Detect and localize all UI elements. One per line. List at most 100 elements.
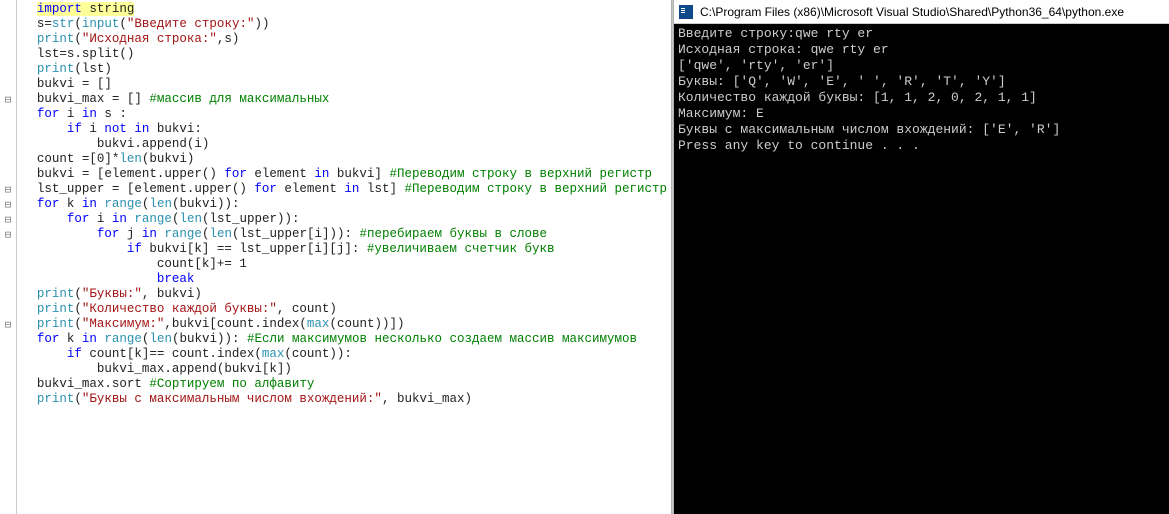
code-token: , count) (277, 302, 337, 316)
code-line[interactable]: for i in range(len(lst_upper)): (37, 212, 667, 227)
code-token: range (134, 212, 172, 226)
code-token: if (127, 242, 142, 256)
code-token: ( (74, 317, 82, 331)
code-token: for (97, 227, 120, 241)
fold-toggle[interactable]: ⊟ (0, 317, 16, 332)
code-line[interactable]: count =[0]*len(bukvi) (37, 152, 667, 167)
code-line[interactable]: for i in s : (37, 107, 667, 122)
console-title-bar[interactable]: C:\Program Files (x86)\Microsoft Visual … (674, 0, 1169, 24)
code-token: lst_upper = [element.upper() (37, 182, 255, 196)
code-line[interactable]: for k in range(len(bukvi)): (37, 197, 667, 212)
code-line[interactable]: import string (37, 2, 667, 17)
code-token: range (104, 332, 142, 346)
code-token: (bukvi)): (172, 332, 247, 346)
gutter-blank (0, 47, 16, 62)
code-line[interactable]: print("Максимум:",bukvi[count.index(max(… (37, 317, 667, 332)
code-editor-pane[interactable]: ⊟⊟⊟⊟⊟⊟ import strings=str(input("Введите… (0, 0, 671, 514)
code-line[interactable]: if bukvi[k] == lst_upper[i][j]: #увеличи… (37, 242, 667, 257)
code-token: element (277, 182, 345, 196)
code-token: ( (74, 32, 82, 46)
code-token: len (179, 212, 202, 226)
code-token: ( (74, 287, 82, 301)
code-token: print (37, 302, 75, 316)
code-token: #Переводим строку в верхний регистр (389, 167, 652, 181)
code-token: string (82, 2, 135, 16)
code-line[interactable]: if i not in bukvi: (37, 122, 667, 137)
code-token (37, 227, 97, 241)
code-token: ( (119, 17, 127, 31)
code-token: , bukvi) (142, 287, 202, 301)
code-token: #Переводим строку в верхний регистр (404, 182, 667, 196)
code-token: #массив для максимальных (149, 92, 329, 106)
fold-gutter[interactable]: ⊟⊟⊟⊟⊟⊟ (0, 0, 17, 514)
code-token: in (82, 197, 97, 211)
gutter-blank (0, 377, 16, 392)
code-line[interactable]: print("Количество каждой буквы:", count) (37, 302, 667, 317)
gutter-blank (0, 17, 16, 32)
code-line[interactable]: print("Буквы:", bukvi) (37, 287, 667, 302)
code-token: #Сортируем по алфавиту (149, 377, 314, 391)
code-token (37, 347, 67, 361)
console-line: Исходная строка: qwe rty er (678, 42, 1165, 58)
code-line[interactable]: bukvi.append(i) (37, 137, 667, 152)
fold-toggle[interactable]: ⊟ (0, 182, 16, 197)
code-line[interactable]: bukvi_max.append(bukvi[k]) (37, 362, 667, 377)
code-token: k (59, 332, 82, 346)
code-token: ( (74, 302, 82, 316)
console-line: ['qwe', 'rty', 'er'] (678, 58, 1165, 74)
code-token: max (262, 347, 285, 361)
code-line[interactable]: for j in range(len(lst_upper[i])): #пере… (37, 227, 667, 242)
code-line[interactable]: bukvi = [] (37, 77, 667, 92)
code-token: #перебираем буквы в слове (360, 227, 548, 241)
code-token: ( (74, 17, 82, 31)
code-token: for (67, 212, 90, 226)
code-token: not in (104, 122, 149, 136)
code-token: "Количество каждой буквы:" (82, 302, 277, 316)
code-token: for (254, 182, 277, 196)
code-line[interactable]: s=str(input("Введите строку:")) (37, 17, 667, 32)
code-line[interactable]: count[k]+= 1 (37, 257, 667, 272)
code-line[interactable]: if count[k]== count.index(max(count)): (37, 347, 667, 362)
gutter-blank (0, 332, 16, 347)
code-token: "Введите строку:" (127, 17, 255, 31)
code-token: max (307, 317, 330, 331)
code-token: bukvi = [element.upper() (37, 167, 225, 181)
gutter-blank (0, 257, 16, 272)
code-token: bukvi: (149, 122, 202, 136)
code-token: len (119, 152, 142, 166)
code-line[interactable]: print("Исходная строка:",s) (37, 32, 667, 47)
gutter-blank (0, 302, 16, 317)
console-line: Буквы: ['Q', 'W', 'E', ' ', 'R', 'T', 'Y… (678, 74, 1165, 90)
code-token: j (119, 227, 142, 241)
gutter-blank (0, 152, 16, 167)
code-token: element (247, 167, 315, 181)
code-token: "Буквы:" (82, 287, 142, 301)
gutter-blank (0, 2, 16, 17)
code-token: len (149, 197, 172, 211)
code-line[interactable]: for k in range(len(bukvi)): #Если максим… (37, 332, 667, 347)
code-line[interactable]: bukvi_max = [] #массив для максимальных (37, 92, 667, 107)
fold-toggle[interactable]: ⊟ (0, 92, 16, 107)
fold-toggle[interactable]: ⊟ (0, 212, 16, 227)
code-area[interactable]: import strings=str(input("Введите строку… (17, 0, 671, 514)
code-line[interactable]: bukvi_max.sort #Сортируем по алфавиту (37, 377, 667, 392)
code-line[interactable]: print(lst) (37, 62, 667, 77)
code-line[interactable]: break (37, 272, 667, 287)
fold-toggle[interactable]: ⊟ (0, 197, 16, 212)
code-token: s= (37, 17, 52, 31)
code-line[interactable]: lst=s.split() (37, 47, 667, 62)
code-token: k (59, 197, 82, 211)
code-line[interactable]: print("Буквы с максимальным числом вхожд… (37, 392, 667, 407)
console-line: Буквы с максимальным числом вхождений: [… (678, 122, 1165, 138)
fold-toggle[interactable]: ⊟ (0, 227, 16, 242)
code-token: in (314, 167, 329, 181)
code-line[interactable]: lst_upper = [element.upper() for element… (37, 182, 667, 197)
code-line[interactable]: bukvi = [element.upper() for element in … (37, 167, 667, 182)
console-output[interactable]: Введите строку:qwe rty erИсходная строка… (674, 24, 1169, 514)
code-token: for (37, 107, 60, 121)
code-token: s : (97, 107, 127, 121)
code-token: range (104, 197, 142, 211)
code-token: (count)): (284, 347, 352, 361)
code-token: print (37, 32, 75, 46)
code-token: #Если максимумов несколько создаем масси… (247, 332, 637, 346)
